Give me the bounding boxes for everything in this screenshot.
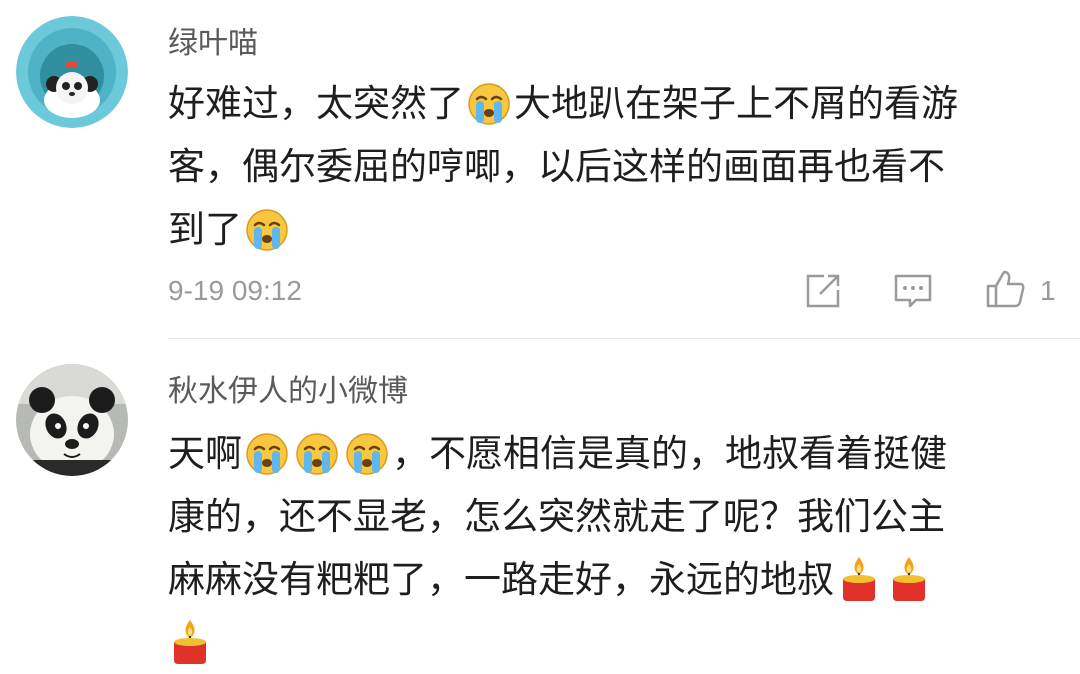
avatar[interactable]: [16, 16, 128, 128]
crying-emoji-icon: [295, 427, 339, 477]
comment-text: 好难过，太突然了 大地趴在架子上不屑的看游 客，偶尔委屈的哼唧，以后这样的画面再也…: [168, 72, 1068, 261]
crying-emoji-icon: [245, 427, 289, 477]
share-icon[interactable]: [800, 268, 846, 314]
comment-icon[interactable]: [890, 268, 936, 314]
crying-emoji-icon: [245, 203, 289, 253]
panda-avatar-icon: [16, 364, 128, 476]
username[interactable]: 秋水伊人的小微博: [168, 374, 408, 410]
comment-text-segment: 好难过，太突然了: [168, 82, 464, 125]
comment-text-segment: 大地趴在架子上不屑的看游: [514, 82, 958, 125]
comment-text-segment: 天啊: [168, 432, 242, 475]
like-count: 1: [1040, 275, 1056, 306]
panda-avatar-icon: [16, 16, 128, 128]
avatar[interactable]: [16, 364, 128, 476]
comment-text-segment: 康的，还不显老，怎么突然就走了呢？我们公主: [168, 495, 945, 538]
candle-emoji-icon: [837, 553, 881, 603]
comment-text-segment: 麻麻没有粑粑了，一路走好，永远的地叔: [168, 558, 834, 601]
comment-text: 天啊 ，不愿相信是真的，地叔看着挺健 康的，还不显老，怎么突然就走了呢？我们公主 …: [168, 422, 1068, 674]
like-icon[interactable]: [982, 266, 1028, 312]
comment-text-segment: ，不愿相信是真的，地叔看着挺健: [392, 432, 947, 475]
crying-emoji-icon: [467, 77, 511, 127]
timestamp: 9-19 09:12: [168, 275, 302, 306]
divider: [168, 338, 1080, 339]
candle-emoji-icon: [168, 616, 212, 666]
crying-emoji-icon: [345, 427, 389, 477]
candle-emoji-icon: [887, 553, 931, 603]
comment-text-segment: 客，偶尔委屈的哼唧，以后这样的画面再也看不: [168, 145, 945, 188]
username[interactable]: 绿叶喵: [168, 26, 258, 62]
comment-text-segment: 到了: [168, 208, 242, 251]
